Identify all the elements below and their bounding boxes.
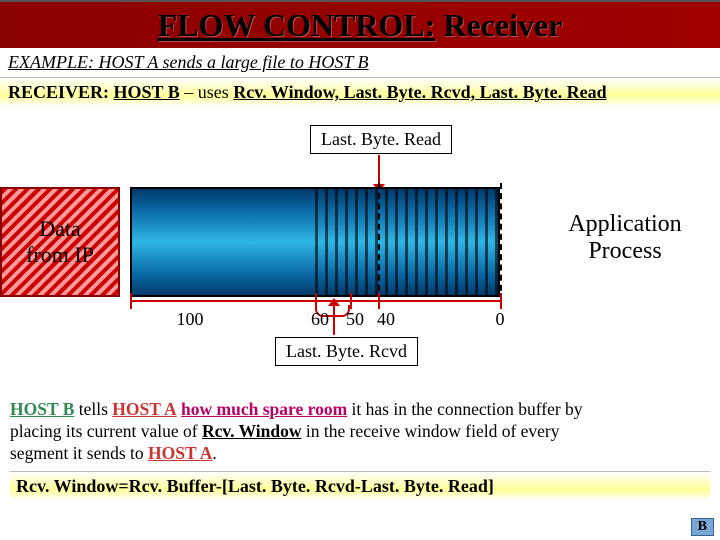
label-lastbyte-rcvd: Last. Byte. Rcvd (275, 337, 418, 366)
explanation-text: HOST B tells HOST A how much spare room … (0, 397, 720, 467)
title-suffix: Receiver (435, 7, 562, 43)
spare-room: how much spare room (181, 399, 347, 419)
tick-label: 40 (377, 309, 395, 330)
formula: Rcv. Window=Rcv. Buffer-[Last. Byte. Rcv… (10, 471, 710, 501)
arrow-down-icon (378, 155, 380, 185)
host-b: HOST B (10, 399, 74, 419)
application-process-label: ApplicationProcess (540, 211, 710, 265)
data-from-ip-text: Datafrom IP (26, 216, 94, 268)
host-a: HOST A (148, 443, 212, 463)
slide-badge: B (691, 518, 714, 536)
label-lastbyte-read: Last. Byte. Read (310, 125, 452, 154)
tick-icon (350, 293, 352, 309)
buffer-filled-region (315, 187, 500, 297)
receiver-prefix: RECEIVER: (8, 82, 114, 102)
data-from-ip-block: Datafrom IP (0, 187, 120, 297)
tick-label: 0 (496, 309, 505, 330)
dash-marker-icon (378, 183, 380, 301)
example-line: EXAMPLE: HOST A sends a large file to HO… (0, 48, 720, 78)
tick-icon (500, 293, 502, 309)
tick-icon (130, 293, 132, 309)
dash-marker-icon (500, 183, 502, 301)
arrow-up-icon (333, 305, 335, 335)
tick-label: 60 (311, 309, 329, 330)
page-title: FLOW CONTROL: Receiver (158, 7, 563, 44)
diagram: Last. Byte. Read Datafrom IP Application… (0, 107, 720, 397)
tick-label: 50 (346, 309, 364, 330)
host-a: HOST A (112, 399, 176, 419)
receiver-vars: Rcv. Window, Last. Byte. Rcvd, Last. Byt… (233, 82, 606, 102)
rcv-window: Rcv. Window (202, 421, 302, 441)
receiver-host: HOST B (114, 82, 180, 102)
tick-icon (378, 293, 380, 309)
title-prefix: FLOW CONTROL: (158, 7, 436, 43)
receiver-mid: – uses (180, 82, 234, 102)
receiver-line: RECEIVER: HOST B – uses Rcv. Window, Las… (0, 78, 720, 107)
title-bar: FLOW CONTROL: Receiver (0, 0, 720, 48)
tick-label: 100 (177, 309, 204, 330)
